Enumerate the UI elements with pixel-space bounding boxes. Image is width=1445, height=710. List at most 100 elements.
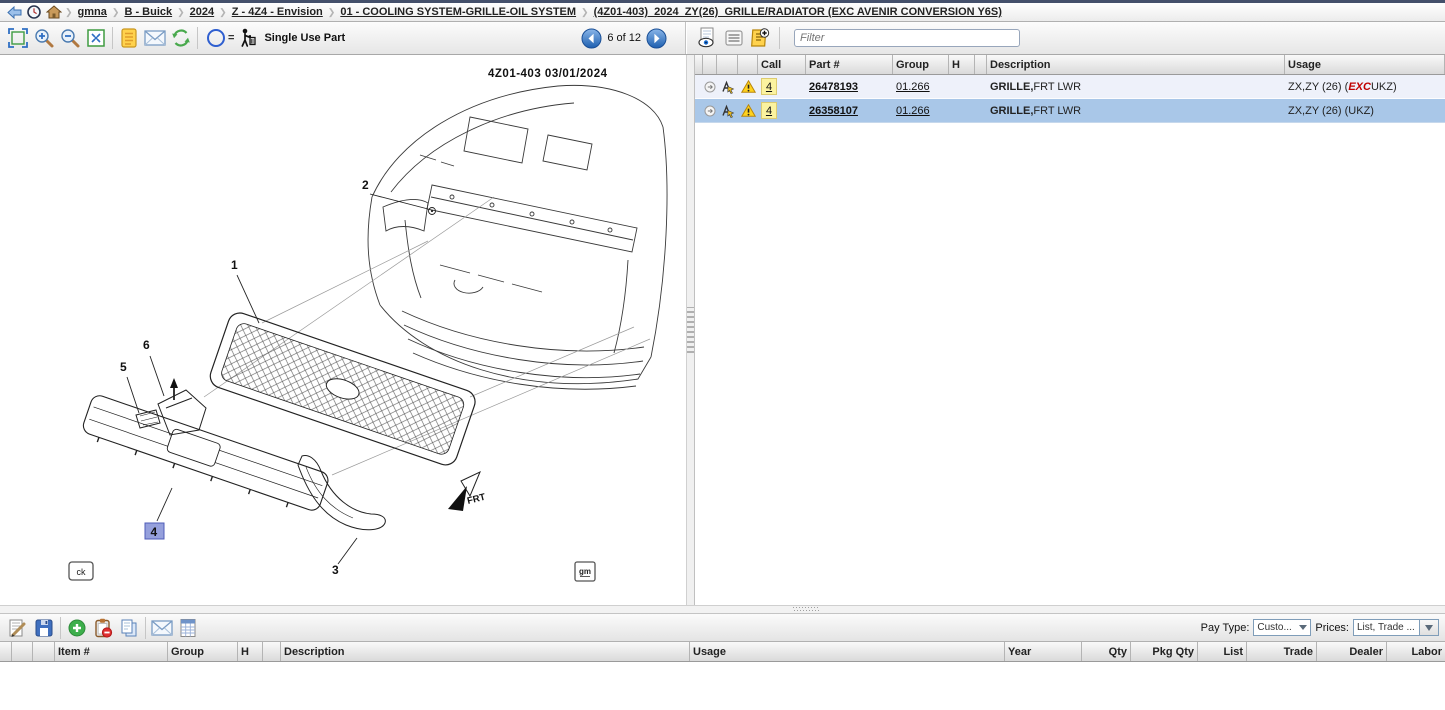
content-area: 4Z01-403 03/01/2024 [0,55,1445,605]
header-qty: Qty [1082,642,1131,661]
hotspot-link-icon[interactable] [717,99,738,122]
svg-text:3: 3 [332,563,339,577]
diagram-callout-1[interactable]: 1 [231,258,259,323]
email-quote-button[interactable] [149,615,175,641]
zoom-out-button[interactable] [57,25,83,51]
parts-table-header: Call Part # Group H Description Usage [695,55,1445,75]
header-trade: Trade [1247,642,1317,661]
header-spacer [695,55,703,74]
header-dealer: Dealer [1317,642,1387,661]
next-page-button[interactable] [646,28,667,49]
svg-text:gm: gm [579,567,591,576]
diagram-note-ck: ck [69,562,93,580]
zoom-region-button[interactable] [5,25,31,51]
header-description: Description [281,642,690,661]
diagram-sheet-title: 4Z01-403 03/01/2024 [488,68,608,80]
header-usage: Usage [1285,55,1445,74]
diagram-callout-6[interactable]: 6 [143,338,164,396]
group-link[interactable]: 01.266 [896,81,930,93]
add-item-button[interactable] [64,615,90,641]
header-h: H [949,55,975,74]
view-details-button[interactable] [695,25,721,51]
fit-page-button[interactable] [83,25,109,51]
breadcrumb-separator-icon: ❯ [65,7,73,18]
invoice-button[interactable] [175,615,201,641]
breadcrumb-item-gmna[interactable]: gmna [78,6,107,18]
zoom-in-button[interactable] [31,25,57,51]
vehicle-front-sketch [368,85,667,389]
header-item: Item # [55,642,168,661]
group-link[interactable]: 01.266 [896,105,930,117]
warning-icon[interactable] [738,75,758,98]
parts-row[interactable]: 4 26478193 01.266 GRILLE, FRT LWR ZX,ZY … [695,75,1445,99]
header-labor: Labor [1387,642,1445,661]
part-number-link[interactable]: 26478193 [809,81,858,93]
pay-type-select[interactable]: Custo... [1253,619,1311,636]
header-group: Group [168,642,238,661]
page-navigator: 6 of 12 [581,28,667,49]
prices-dropdown-button[interactable] [1419,619,1439,636]
call-number[interactable]: 4 [761,102,777,119]
picklist-toolbar: Pay Type: Custo... Prices: List, Trade .… [0,614,1445,642]
header-part: Part # [806,55,893,74]
diagram-callout-2[interactable]: 2 [362,178,436,215]
breadcrumb-item-section[interactable]: 01 - COOLING SYSTEM-GRILLE-OIL SYSTEM [340,6,576,18]
header-spacer [263,642,281,661]
diagram-callout-3[interactable]: 3 [332,538,357,577]
svg-text:4: 4 [151,525,158,539]
add-note-button[interactable] [747,25,773,51]
call-number[interactable]: 4 [761,78,777,95]
diagram-toolbar: = Single Use Part 6 of 12 [0,22,686,54]
hotspot-link-icon[interactable] [717,75,738,98]
save-button[interactable] [31,615,57,641]
header-group: Group [893,55,949,74]
prices-label: Prices: [1315,622,1349,634]
home-button[interactable] [44,4,64,21]
parts-diagram: 4Z01-403 03/01/2024 [0,55,686,605]
header-spacer [975,55,987,74]
breadcrumb-item-year[interactable]: 2024 [190,6,214,18]
breadcrumb-item-figure[interactable]: (4Z01-403)_2024_ZY(26)_GRILLE/RADIATOR (… [594,6,1002,18]
diagram-callout-4-selected[interactable]: 4 [145,488,172,539]
edit-list-button[interactable] [5,615,31,641]
svg-text:ck: ck [77,567,87,577]
remove-item-button[interactable] [90,615,116,641]
trim-part-drawing [298,456,385,530]
notes-button[interactable] [116,25,142,51]
list-view-button[interactable] [721,25,747,51]
breadcrumb-separator-icon: ❯ [328,7,336,18]
expand-row-icon[interactable] [703,99,717,122]
history-icon[interactable] [24,4,44,21]
pay-type-label: Pay Type: [1201,622,1250,634]
back-button[interactable] [4,4,24,21]
single-use-part-label: Single Use Part [264,32,345,44]
breadcrumb-item-model[interactable]: Z - 4Z4 - Envision [232,6,323,18]
filter-input[interactable] [794,29,1020,47]
parts-row-selected[interactable]: 4 26358107 01.266 GRILLE, FRT LWR ZX,ZY … [695,99,1445,123]
frt-direction-indicator: FRT [448,472,487,511]
svg-text:1: 1 [231,258,238,272]
email-button[interactable] [142,25,168,51]
breadcrumb-item-make[interactable]: B - Buick [124,6,172,18]
header-spacer [717,55,738,74]
refresh-button[interactable] [168,25,194,51]
part-description: GRILLE, FRT LWR [987,99,1285,122]
svg-text:2: 2 [362,178,369,192]
single-use-legend-circle-icon [207,29,225,47]
chevron-down-icon [1425,625,1433,631]
part-number-link[interactable]: 26358107 [809,105,858,117]
horizontal-splitter[interactable] [0,605,1445,614]
copy-button[interactable] [116,615,142,641]
pricing-controls: Pay Type: Custo... Prices: List, Trade .… [1201,619,1445,636]
page-indicator: 6 of 12 [607,32,641,44]
picklist-table-header: Item # Group H Description Usage Year Qt… [0,642,1445,662]
prices-combobox[interactable]: List, Trade ... [1353,619,1419,636]
grille-part-drawing [207,310,478,468]
header-list: List [1198,642,1247,661]
vertical-splitter[interactable] [686,55,695,605]
prev-page-button[interactable] [581,28,602,49]
warning-icon[interactable] [738,99,758,122]
header-call: Call [758,55,806,74]
expand-row-icon[interactable] [703,75,717,98]
main-toolbar: = Single Use Part 6 of 12 [0,22,1445,55]
